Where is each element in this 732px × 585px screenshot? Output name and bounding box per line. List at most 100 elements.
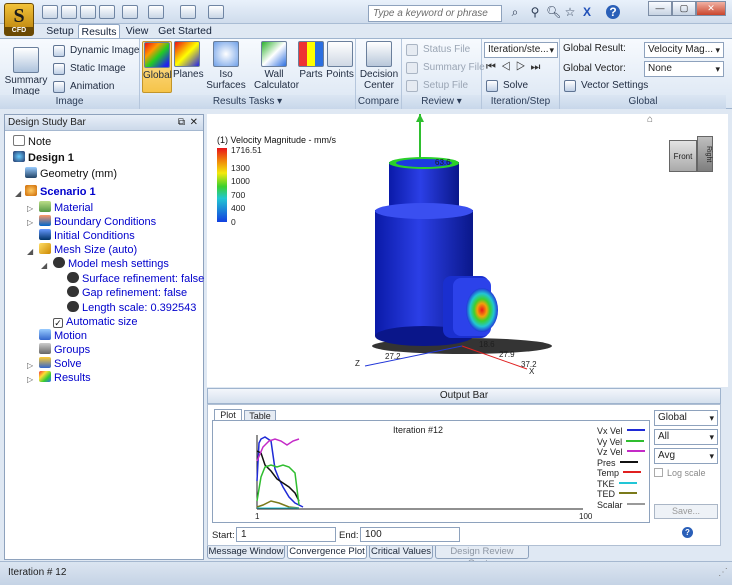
convergence-plot[interactable]: Iteration #12 1 100 Vx Vel Vy Vel Vz Vel… (212, 420, 650, 523)
window-icon[interactable] (148, 5, 164, 19)
new-icon[interactable] (42, 5, 58, 19)
tree-scenario[interactable]: Scenario 1 (25, 185, 96, 199)
iteration-select[interactable]: Iteration/ste... (484, 42, 558, 58)
tree-motion[interactable]: Motion (39, 329, 87, 343)
solve-button[interactable]: Solve (485, 78, 528, 94)
start-input[interactable]: 1 (236, 527, 336, 542)
view-cube[interactable]: Front Right (661, 132, 719, 182)
status-file-button[interactable]: Status File (405, 42, 470, 58)
cube-front[interactable]: Front (669, 140, 697, 172)
tab-critical-values[interactable]: Critical Values (369, 546, 433, 559)
tree-surface-refinement[interactable]: Surface refinement: false (67, 272, 204, 286)
material-expander[interactable]: ▷ (27, 204, 33, 213)
legend-swatch (623, 471, 642, 473)
model-mesh-expander[interactable]: ◢ (41, 261, 47, 270)
tree-results[interactable]: Results (39, 371, 91, 385)
review-label[interactable]: Review ▾ (402, 95, 481, 109)
animation-button[interactable]: Animation (52, 79, 114, 95)
home-icon[interactable] (180, 5, 196, 19)
help-icon[interactable]: ? (682, 527, 693, 538)
legend-swatch (618, 481, 637, 484)
checkbox-icon[interactable]: ✓ (53, 318, 63, 328)
save-icon[interactable] (80, 5, 96, 19)
save-as-icon[interactable] (99, 5, 115, 19)
end-input[interactable]: 100 (360, 527, 460, 542)
tree-solve[interactable]: Solve (39, 357, 82, 371)
camera-icon (13, 47, 39, 73)
tree-geometry[interactable]: Geometry (mm) (25, 167, 117, 181)
global-result-select[interactable]: Velocity Mag... (644, 42, 724, 58)
summary-image-button[interactable]: Summary Image (4, 47, 48, 99)
minimize-button[interactable]: — (648, 1, 672, 16)
tab-design-review-center[interactable]: Design Review Center (435, 546, 529, 569)
bc-expander[interactable]: ▷ (27, 218, 33, 227)
image-group: Summary Image Dynamic Image Static Image… (0, 39, 140, 109)
key-icon[interactable]: ⚲ (528, 5, 542, 19)
help-icon[interactable]: ? (606, 5, 620, 19)
checkbox-icon (654, 468, 663, 477)
open-icon[interactable] (61, 5, 77, 19)
close-panel-icon[interactable]: ✕ (190, 115, 198, 130)
tree-gap-refinement[interactable]: Gap refinement: false (67, 286, 187, 300)
global-button[interactable]: Global (142, 41, 172, 93)
points-button[interactable]: Points (326, 41, 354, 93)
tree-note[interactable]: Note (13, 135, 51, 149)
scenario-expander[interactable]: ◢ (15, 189, 21, 198)
results-expander[interactable]: ▷ (27, 375, 33, 384)
tree-groups[interactable]: Groups (39, 343, 90, 357)
save-plot-button[interactable]: Save... (654, 504, 718, 519)
tree-initial-conditions[interactable]: Initial Conditions (39, 229, 135, 243)
resize-grip-icon[interactable]: ⋰ (718, 562, 728, 584)
vector-settings-button[interactable]: Vector Settings (563, 78, 648, 94)
tree-model-mesh-settings[interactable]: Model mesh settings (53, 257, 169, 271)
log-scale-checkbox[interactable]: Log scale (654, 468, 706, 478)
decision-center-button[interactable]: Decision Center (358, 41, 400, 93)
solve-expander[interactable]: ▷ (27, 361, 33, 370)
summary-file-button[interactable]: Summary File (405, 60, 485, 76)
3d-viewport[interactable]: (1) Velocity Magnitude - mm/s 1716.51 13… (207, 114, 728, 387)
iso-surfaces-button[interactable]: Iso Surfaces (202, 41, 250, 93)
setup-file-button[interactable]: Setup File (405, 78, 468, 94)
maximize-button[interactable]: ▢ (672, 1, 696, 16)
dynamic-image-button[interactable]: Dynamic Image (52, 43, 139, 59)
tree-design[interactable]: Design 1 (13, 151, 74, 165)
layout-icon[interactable] (208, 5, 224, 19)
tab-results[interactable]: Results (78, 24, 120, 38)
wall-calculator-button[interactable]: Wall Calculator (254, 41, 299, 93)
tab-convergence-plot[interactable]: Convergence Plot (287, 546, 367, 559)
home-view-icon[interactable]: ⌂ (647, 114, 661, 125)
model-render[interactable] (207, 114, 728, 387)
tree-mesh-size[interactable]: Mesh Size (auto) (39, 243, 137, 257)
cube-right[interactable]: Right (697, 136, 713, 172)
app-logo-button[interactable]: S CFD (4, 3, 34, 36)
planes-button[interactable]: Planes (173, 41, 204, 93)
close-button[interactable]: ✕ (696, 1, 726, 16)
global-vector-select[interactable]: None (644, 61, 724, 77)
step-controls[interactable]: ⏮◁▷⏭ (486, 61, 545, 74)
mesh-expander[interactable]: ◢ (27, 247, 33, 256)
tree-boundary-conditions[interactable]: Boundary Conditions (39, 215, 156, 229)
logo-sub: CFD (5, 27, 33, 35)
search-icon[interactable]: 🔍︎ (546, 5, 561, 19)
pin-icon[interactable]: ⧉ (178, 115, 185, 130)
exchange-icon[interactable]: X (580, 5, 594, 19)
parts-button[interactable]: Parts (297, 41, 325, 93)
scope-select[interactable]: Global (654, 410, 718, 426)
tab-message-window[interactable]: Message Window (207, 546, 285, 559)
search-input[interactable]: Type a keyword or phrase (368, 5, 502, 22)
tree-material[interactable]: Material (39, 201, 93, 215)
output-bar-header[interactable]: Output Bar (207, 388, 721, 404)
stat-select[interactable]: Avg (654, 448, 718, 464)
tab-get-started[interactable]: Get Started (155, 24, 215, 38)
parts-select[interactable]: All (654, 429, 718, 445)
tab-view[interactable]: View (122, 24, 152, 38)
tab-setup[interactable]: Setup (43, 24, 77, 38)
results-tasks-label[interactable]: Results Tasks ▾ (140, 95, 355, 109)
setup-file-icon (406, 80, 418, 92)
tree-automatic-size[interactable]: ✓ Automatic size (53, 315, 138, 329)
undo-icon[interactable] (122, 5, 138, 19)
star-icon[interactable]: ☆ (563, 5, 577, 19)
binoculars-icon[interactable]: ⌕ (508, 5, 522, 19)
static-image-button[interactable]: Static Image (52, 61, 126, 77)
tree-length-scale[interactable]: Length scale: 0.392543 (67, 301, 196, 315)
